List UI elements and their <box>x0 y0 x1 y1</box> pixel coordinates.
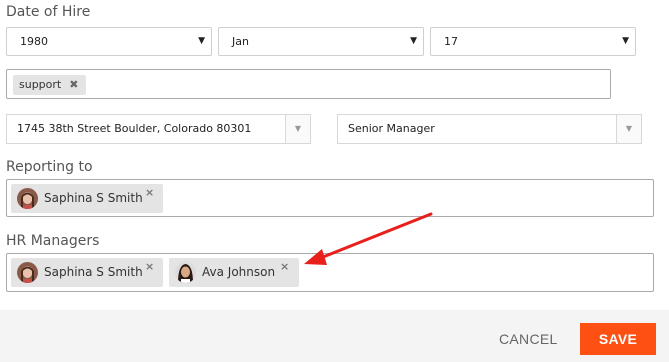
reporting-to-input[interactable]: Saphina S Smith × <box>6 179 654 217</box>
cancel-button[interactable]: CANCEL <box>499 331 558 347</box>
chevron-down-icon: ▼ <box>410 36 417 46</box>
hr-managers-input[interactable]: Saphina S Smith × Ava Johnson × <box>6 253 654 292</box>
person-name: Saphina S Smith <box>44 191 143 205</box>
month-select[interactable]: Jan ▼ <box>218 27 424 56</box>
reporting-to-label: Reporting to <box>6 159 93 175</box>
form-footer <box>0 310 669 362</box>
tag-support: support ✖ <box>13 75 87 95</box>
hr-managers-label: HR Managers <box>6 233 100 249</box>
day-select[interactable]: 17 ▼ <box>430 27 636 56</box>
position-select[interactable]: Senior Manager ▼ <box>337 114 642 144</box>
remove-icon[interactable]: × <box>280 252 289 281</box>
avatar <box>17 188 38 209</box>
chevron-down-icon: ▼ <box>622 36 629 46</box>
tag-remove-icon[interactable]: ✖ <box>69 78 78 91</box>
person-chip: Saphina S Smith × <box>11 184 163 213</box>
position-value: Senior Manager <box>348 122 435 135</box>
location-value: 1745 38th Street Boulder, Colorado 80301 <box>17 122 252 135</box>
remove-icon[interactable]: × <box>145 178 154 207</box>
month-value: Jan <box>232 35 249 48</box>
chevron-down-icon[interactable]: ▼ <box>616 115 641 143</box>
year-value: 1980 <box>20 35 48 48</box>
save-button[interactable]: SAVE <box>580 323 656 355</box>
date-of-hire-label: Date of Hire <box>6 4 91 20</box>
tag-label: support <box>19 78 62 91</box>
tags-input[interactable]: support ✖ <box>6 69 611 99</box>
avatar <box>175 262 196 283</box>
person-name: Saphina S Smith <box>44 265 143 279</box>
chevron-down-icon: ▼ <box>198 36 205 46</box>
location-select[interactable]: 1745 38th Street Boulder, Colorado 80301… <box>6 114 311 144</box>
person-name: Ava Johnson <box>202 265 276 279</box>
day-value: 17 <box>444 35 458 48</box>
chevron-down-icon[interactable]: ▼ <box>285 115 310 143</box>
person-chip: Saphina S Smith × <box>11 258 163 287</box>
remove-icon[interactable]: × <box>145 252 154 281</box>
avatar <box>17 262 38 283</box>
year-select[interactable]: 1980 ▼ <box>6 27 212 56</box>
person-chip: Ava Johnson × <box>169 258 299 287</box>
